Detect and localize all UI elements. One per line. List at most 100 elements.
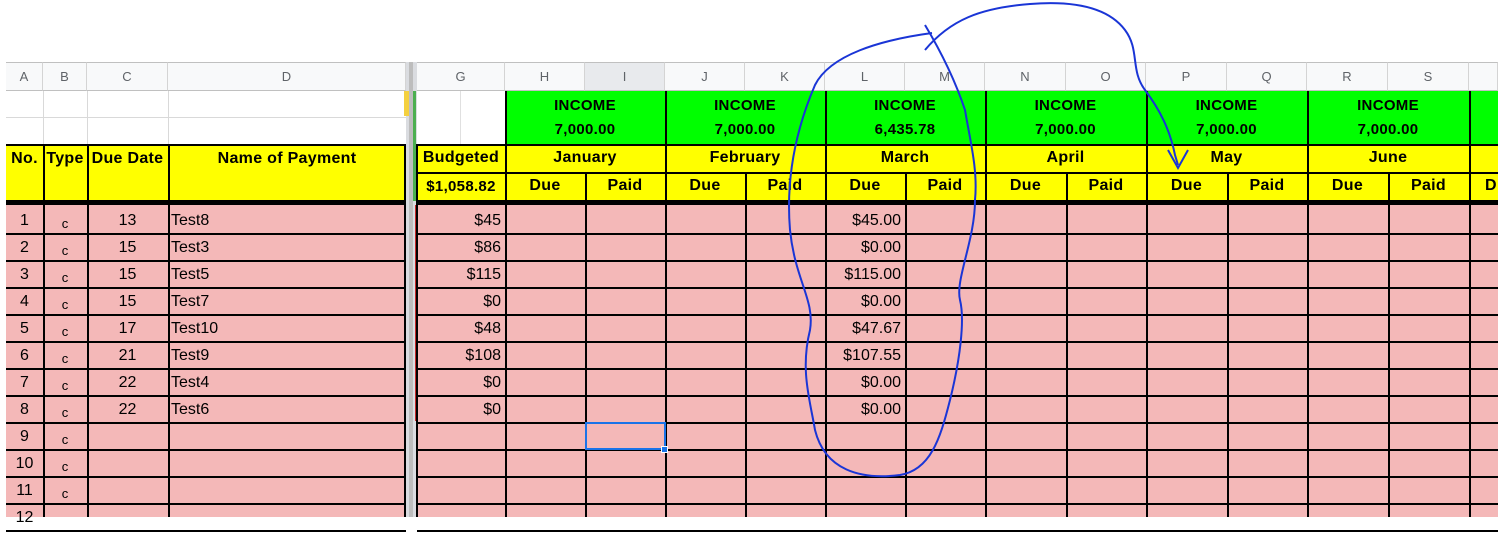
- income-label: INCOME: [554, 96, 616, 114]
- month-name: June: [1368, 149, 1408, 166]
- row-march-due[interactable]: [825, 477, 901, 504]
- selected-cell[interactable]: [585, 422, 666, 450]
- row-payment-name[interactable]: Test10: [171, 315, 401, 342]
- column-header-g[interactable]: G: [417, 62, 505, 91]
- column-header-l[interactable]: L: [825, 62, 905, 91]
- row-payment-name[interactable]: Test7: [171, 288, 401, 315]
- row-budgeted[interactable]: $0: [417, 288, 501, 315]
- row-payment-name[interactable]: Test9: [171, 342, 401, 369]
- row-due-date[interactable]: 21: [87, 342, 168, 369]
- column-border: [1066, 172, 1068, 517]
- header-border: [6, 144, 406, 146]
- row-budgeted[interactable]: $0: [417, 396, 501, 423]
- row-due-date[interactable]: 15: [87, 261, 168, 288]
- column-header-i[interactable]: I: [585, 62, 665, 91]
- row-payment-name[interactable]: [171, 504, 401, 531]
- row-march-due[interactable]: $115.00: [825, 261, 901, 288]
- header-name: Name of Payment: [217, 150, 357, 167]
- paid-header: Paid: [767, 177, 803, 194]
- column-border: [1227, 172, 1229, 517]
- row-budgeted[interactable]: [417, 423, 501, 450]
- row-budgeted[interactable]: $115: [417, 261, 501, 288]
- header-type: Type: [46, 150, 84, 167]
- row-number: 3: [20, 265, 29, 283]
- grid-line: [6, 117, 406, 118]
- column-border: [1469, 91, 1471, 517]
- fill-handle[interactable]: [661, 446, 668, 453]
- row-due-date[interactable]: [87, 477, 168, 504]
- row-payment-name[interactable]: Test3: [171, 234, 401, 261]
- row-payment-name[interactable]: Test6: [171, 396, 401, 423]
- row-due-date[interactable]: 15: [87, 288, 168, 315]
- row-march-due[interactable]: $0.00: [825, 288, 901, 315]
- row-due-date[interactable]: 22: [87, 396, 168, 423]
- row-budgeted[interactable]: [417, 504, 501, 531]
- month-name: March: [880, 149, 930, 166]
- row-march-due[interactable]: [825, 423, 901, 450]
- row-due-date[interactable]: 15: [87, 234, 168, 261]
- row-payment-name[interactable]: [171, 423, 401, 450]
- column-header-d[interactable]: D: [168, 62, 406, 91]
- row-due-date[interactable]: [87, 450, 168, 477]
- column-border: [585, 172, 587, 517]
- row-due-date[interactable]: 13: [87, 207, 168, 234]
- row-due-date[interactable]: [87, 504, 168, 531]
- column-header-p[interactable]: P: [1146, 62, 1227, 91]
- row-march-due[interactable]: $0.00: [825, 369, 901, 396]
- row-payment-name[interactable]: Test5: [171, 261, 401, 288]
- row-number: 9: [20, 427, 29, 445]
- row-march-due[interactable]: $0.00: [825, 234, 901, 261]
- row-due-date[interactable]: [87, 423, 168, 450]
- row-due-date[interactable]: 22: [87, 369, 168, 396]
- column-header-o[interactable]: O: [1066, 62, 1146, 91]
- column-header-r[interactable]: R: [1307, 62, 1388, 91]
- column-border: [665, 91, 667, 517]
- row-march-due[interactable]: [825, 504, 901, 531]
- due-header-partial: D: [1485, 177, 1497, 194]
- header-due-date: Due Date: [91, 150, 164, 167]
- row-budgeted[interactable]: $108: [417, 342, 501, 369]
- column-header-h[interactable]: H: [505, 62, 585, 91]
- row-due-date[interactable]: 17: [87, 315, 168, 342]
- column-header-s[interactable]: S: [1388, 62, 1469, 91]
- row-payment-name[interactable]: Test4: [171, 369, 401, 396]
- column-header-partial[interactable]: [1469, 62, 1498, 91]
- row-march-due[interactable]: $107.55: [825, 342, 901, 369]
- column-header-k[interactable]: K: [745, 62, 825, 91]
- column-header-j[interactable]: J: [665, 62, 745, 91]
- row-march-due[interactable]: $45.00: [825, 207, 901, 234]
- month-name: January: [553, 149, 617, 166]
- column-header-c[interactable]: C: [87, 62, 168, 91]
- column-border: [43, 144, 45, 517]
- column-border: [87, 144, 89, 517]
- column-border: [905, 172, 907, 517]
- row-number: 5: [20, 319, 29, 337]
- row-march-due[interactable]: $0.00: [825, 396, 901, 423]
- row-budgeted[interactable]: [417, 450, 501, 477]
- header-budgeted: Budgeted: [422, 149, 500, 166]
- column-header-b[interactable]: B: [43, 62, 87, 91]
- column-header-a[interactable]: A: [6, 62, 43, 91]
- row-march-due[interactable]: [825, 450, 901, 477]
- row-payment-name[interactable]: [171, 477, 401, 504]
- header-border: [417, 202, 1498, 205]
- column-header-q[interactable]: Q: [1227, 62, 1307, 91]
- column-header-n[interactable]: N: [985, 62, 1066, 91]
- spreadsheet-grid[interactable]: A B C D G H I J K L M N O P Q R S No. Type Due Date Name of …: [0, 0, 1498, 532]
- row-budgeted[interactable]: $86: [417, 234, 501, 261]
- row-budgeted[interactable]: $48: [417, 315, 501, 342]
- row-budgeted[interactable]: $0: [417, 369, 501, 396]
- paid-header: Paid: [607, 177, 643, 194]
- row-march-due[interactable]: $47.67: [825, 315, 901, 342]
- grid-line: [168, 91, 169, 144]
- column-header-m[interactable]: M: [905, 62, 985, 91]
- row-payment-name[interactable]: Test8: [171, 207, 401, 234]
- row-budgeted[interactable]: [417, 477, 501, 504]
- column-border: [825, 91, 827, 517]
- column-border: [1307, 91, 1309, 517]
- income-label: INCOME: [1195, 96, 1258, 114]
- row-payment-name[interactable]: [171, 450, 401, 477]
- row-number: 8: [20, 400, 29, 418]
- row-budgeted[interactable]: $45: [417, 207, 501, 234]
- due-header: Due: [1009, 177, 1042, 194]
